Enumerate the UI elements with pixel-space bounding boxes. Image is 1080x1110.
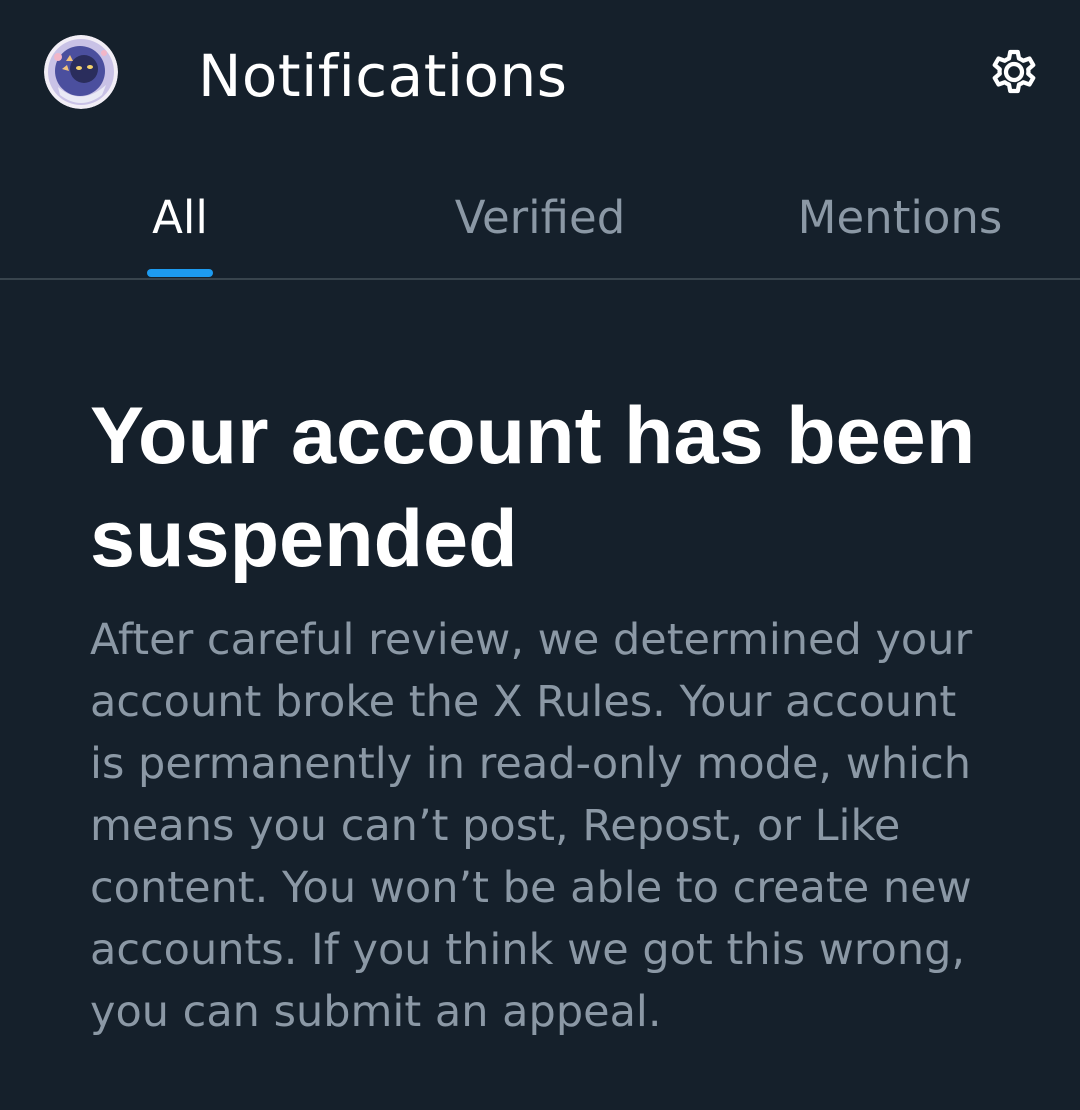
gear-icon bbox=[992, 49, 1036, 94]
settings-button[interactable] bbox=[984, 42, 1044, 102]
suspension-message: After careful review, we determined your… bbox=[90, 615, 973, 1037]
tab-verified-label: Verified bbox=[454, 191, 626, 244]
top-bar: Notifications bbox=[0, 0, 1080, 150]
tab-mentions[interactable]: Mentions bbox=[720, 160, 1080, 278]
active-tab-indicator bbox=[147, 269, 213, 277]
page-title: Notifications bbox=[198, 42, 568, 110]
tab-mentions-label: Mentions bbox=[797, 191, 1003, 244]
suspension-notice: Your account has been suspended After ca… bbox=[90, 385, 1010, 1043]
avatar-image bbox=[44, 35, 118, 109]
suspension-title: Your account has been suspended bbox=[90, 391, 976, 584]
tab-all[interactable]: All bbox=[0, 160, 360, 278]
notification-tabs: All Verified Mentions bbox=[0, 160, 1080, 280]
avatar[interactable] bbox=[44, 35, 118, 109]
tab-verified[interactable]: Verified bbox=[360, 160, 720, 278]
tab-all-label: All bbox=[152, 191, 208, 244]
